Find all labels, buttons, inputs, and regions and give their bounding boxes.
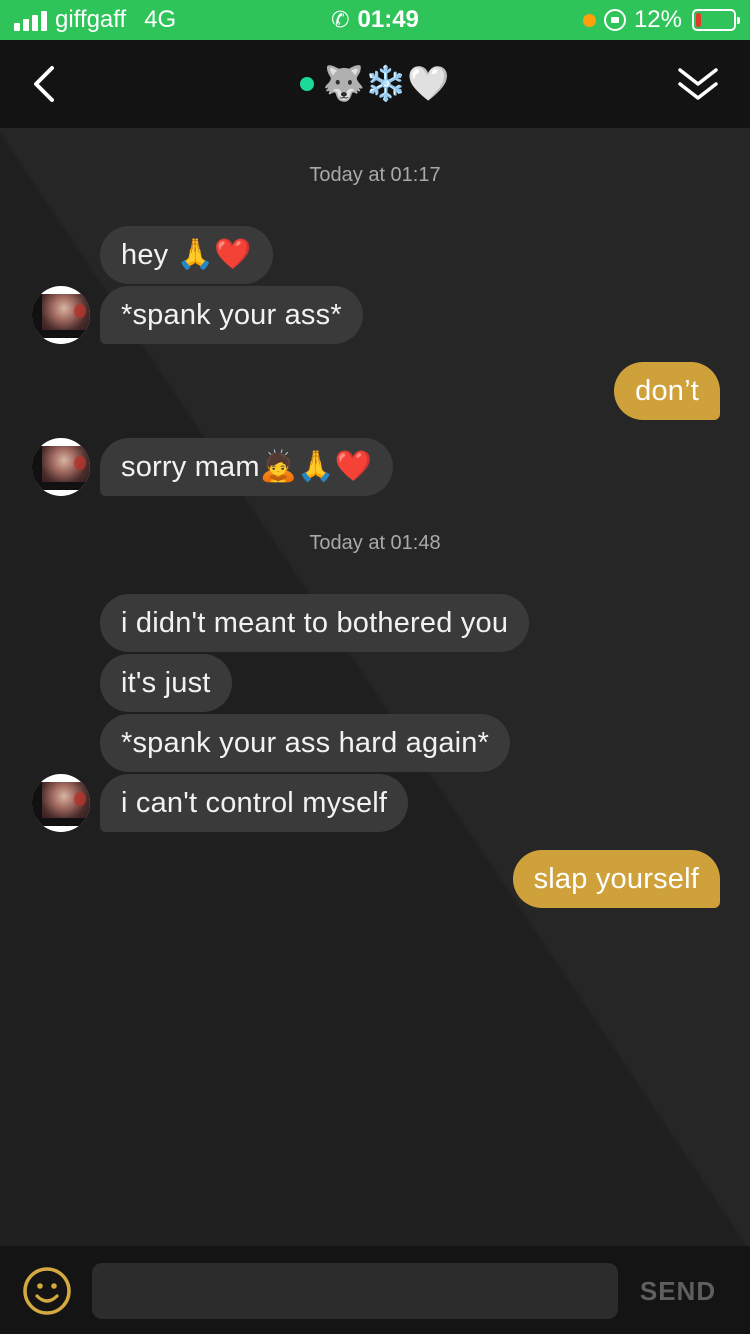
incoming-message[interactable]: *spank your ass*: [100, 286, 363, 344]
contact-name: 🐺❄️🤍: [322, 64, 450, 104]
outgoing-message[interactable]: don’t: [614, 362, 720, 420]
message-text: don’t: [635, 375, 699, 407]
avatar[interactable]: [32, 438, 90, 496]
timestamp: Today at 01:17: [309, 164, 441, 186]
incoming-message[interactable]: i can't control myself: [100, 774, 409, 832]
battery-icon: [692, 9, 740, 31]
message-text: *spank your ass hard again*: [121, 727, 490, 759]
contact-title[interactable]: 🐺❄️🤍: [0, 40, 750, 128]
outgoing-message[interactable]: slap yourself: [512, 850, 720, 908]
message-list[interactable]: Today at 01:17 hey 🙏❤️ *spank your ass* …: [0, 128, 750, 1246]
battery-percent: 12%: [633, 6, 682, 33]
smiley-icon[interactable]: [22, 1266, 72, 1316]
message-input[interactable]: [92, 1263, 618, 1319]
incoming-message[interactable]: sorry mam🙇🙏❤️: [100, 438, 394, 496]
rotation-lock-icon: [603, 9, 626, 31]
timestamp: Today at 01:48: [309, 532, 441, 554]
online-status-dot: [300, 77, 315, 91]
phone-icon: ✆: [331, 7, 350, 32]
avatar[interactable]: [32, 286, 90, 344]
message-text: hey: [121, 239, 177, 271]
message-emoji: 🙏❤️: [176, 237, 252, 272]
double-chevron-down-icon[interactable]: [676, 64, 720, 104]
chat-header: 🐺❄️🤍: [0, 40, 750, 128]
incoming-message[interactable]: *spank your ass hard again*: [100, 714, 511, 772]
message-text: it's just: [121, 667, 211, 699]
message-text: sorry mam: [121, 451, 260, 483]
status-time: 01:49: [357, 6, 419, 33]
send-button[interactable]: SEND: [628, 1263, 728, 1319]
incoming-message[interactable]: i didn't meant to bothered you: [100, 594, 530, 652]
message-text: i didn't meant to bothered you: [121, 607, 509, 639]
signal-icon: [14, 9, 47, 31]
message-text: i can't control myself: [121, 787, 388, 819]
status-bar: giffgaff 4G ✆ 01:49 12%: [0, 0, 750, 40]
message-text: slap yourself: [533, 863, 699, 895]
composer-bar: SEND: [0, 1246, 750, 1334]
incoming-message[interactable]: it's just: [100, 654, 232, 712]
avatar[interactable]: [32, 774, 90, 832]
message-emoji: 🙇🙏❤️: [259, 449, 373, 484]
incoming-message[interactable]: hey 🙏❤️: [100, 226, 273, 284]
carrier-name: giffgaff: [55, 6, 127, 33]
mic-indicator-dot: [582, 13, 596, 27]
network-type: 4G: [144, 6, 177, 33]
message-text: *spank your ass*: [121, 299, 342, 331]
